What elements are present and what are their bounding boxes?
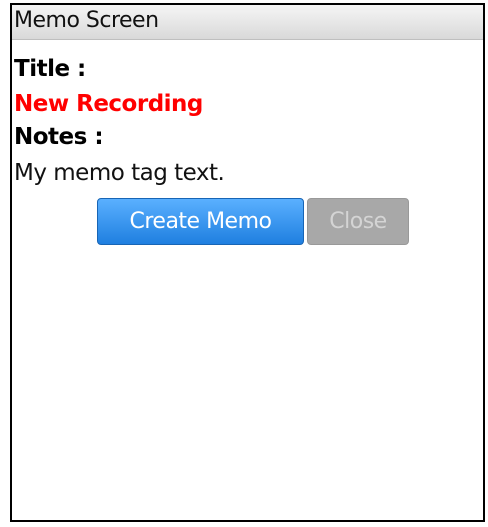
title-bar: Memo Screen [12, 5, 483, 40]
screen-title: Memo Screen [14, 8, 159, 33]
close-button[interactable]: Close [307, 198, 409, 245]
notes-label: Notes : [14, 124, 104, 150]
create-memo-button[interactable]: Create Memo [97, 198, 304, 245]
notes-value[interactable]: My memo tag text. [14, 160, 225, 186]
title-label: Title : [14, 56, 86, 82]
title-value[interactable]: New Recording [14, 91, 203, 117]
memo-screen: Memo Screen Title : New Recording Notes … [10, 3, 485, 522]
